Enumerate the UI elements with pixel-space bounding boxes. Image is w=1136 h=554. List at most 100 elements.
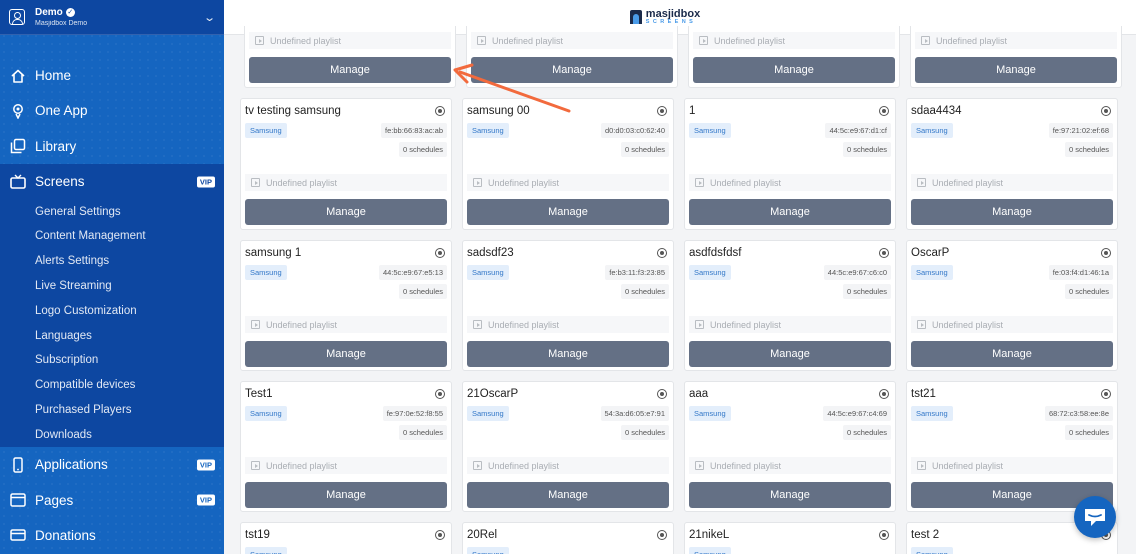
- playlist-selector[interactable]: Undefined playlist: [467, 316, 669, 333]
- main-nav: Home One App Library Screens VIP General…: [0, 35, 224, 553]
- subnav-languages[interactable]: Languages: [0, 323, 224, 348]
- radio-icon[interactable]: [879, 389, 889, 399]
- playlist-selector[interactable]: Undefined playlist: [689, 457, 891, 474]
- playlist-selector[interactable]: Undefined playlist: [693, 32, 895, 49]
- playlist-selector[interactable]: Undefined playlist: [249, 32, 451, 49]
- subnav-content-management[interactable]: Content Management: [0, 224, 224, 249]
- mac-address: 54:3a:d6:05:e7:91: [600, 406, 669, 421]
- schedules-count: 0 schedules: [1064, 425, 1113, 440]
- radio-icon[interactable]: [657, 530, 667, 540]
- podcast-icon: [9, 102, 26, 119]
- playlist-selector[interactable]: Undefined playlist: [911, 457, 1113, 474]
- manage-button[interactable]: Manage: [911, 199, 1113, 225]
- screen-title: samsung 1: [245, 247, 302, 259]
- playlist-selector[interactable]: Undefined playlist: [467, 457, 669, 474]
- manage-button[interactable]: Manage: [245, 482, 447, 508]
- mac-address: 44:5c:e9:67:c4:69: [823, 406, 891, 421]
- screen-card: aaa Samsung 44:5c:e9:67:c4:69 0 schedules…: [684, 381, 896, 512]
- manage-button[interactable]: Manage: [911, 341, 1113, 367]
- nav-applications[interactable]: Applications VIP: [0, 447, 224, 482]
- screen-card: asdfdsfdsf Samsung 44:5c:e9:67:c6:c0 0 sc…: [684, 240, 896, 371]
- nav-library[interactable]: Library: [0, 129, 224, 164]
- playlist-selector[interactable]: Undefined playlist: [245, 174, 447, 191]
- radio-icon[interactable]: [1101, 389, 1111, 399]
- manage-button[interactable]: Manage: [467, 482, 669, 508]
- manage-button[interactable]: Manage: [467, 341, 669, 367]
- screen-card: Undefined playlist Manage: [244, 26, 456, 88]
- chevron-down-icon[interactable]: ⌄: [203, 11, 216, 24]
- radio-icon[interactable]: [1101, 106, 1111, 116]
- manage-button[interactable]: Manage: [467, 199, 669, 225]
- device-badge: Samsung: [245, 123, 287, 138]
- manage-button[interactable]: Manage: [693, 57, 895, 83]
- chat-button[interactable]: [1074, 496, 1116, 538]
- play-icon: [251, 178, 260, 187]
- playlist-selector[interactable]: Undefined playlist: [245, 457, 447, 474]
- manage-button[interactable]: Manage: [245, 199, 447, 225]
- subnav-general-settings[interactable]: General Settings: [0, 199, 224, 224]
- subnav-alerts-settings[interactable]: Alerts Settings: [0, 249, 224, 274]
- subnav-live-streaming[interactable]: Live Streaming: [0, 274, 224, 299]
- nav-pages[interactable]: Pages VIP: [0, 482, 224, 517]
- screen-title: tv testing samsung: [245, 105, 341, 117]
- mac-address: fe:97:21:02:ef:68: [1048, 123, 1113, 138]
- mac-address: fe:bb:66:83:ac:ab: [381, 123, 447, 138]
- nav-home[interactable]: Home: [0, 58, 224, 93]
- manage-button[interactable]: Manage: [245, 341, 447, 367]
- play-icon: [917, 461, 926, 470]
- subnav-compatible-devices[interactable]: Compatible devices: [0, 373, 224, 398]
- nav-screens[interactable]: Screens VIP: [0, 163, 224, 200]
- subnav-logo-customization[interactable]: Logo Customization: [0, 298, 224, 323]
- vip-badge: VIP: [196, 176, 215, 188]
- screens-subnav: General Settings Content Management Aler…: [0, 199, 224, 448]
- screen-title: test 2: [911, 529, 940, 541]
- playlist-selector[interactable]: Undefined playlist: [245, 316, 447, 333]
- radio-icon[interactable]: [879, 106, 889, 116]
- subnav-purchased-players[interactable]: Purchased Players: [0, 398, 224, 423]
- radio-icon[interactable]: [1101, 248, 1111, 258]
- device-badge: Samsung: [689, 406, 731, 421]
- manage-button[interactable]: Manage: [689, 199, 891, 225]
- account-switcher[interactable]: Demo ✓ Masjidbox Demo ⌄: [0, 0, 224, 35]
- radio-icon[interactable]: [657, 389, 667, 399]
- mac-address: fe:03:f4:d1:46:1a: [1048, 265, 1113, 280]
- radio-icon[interactable]: [435, 530, 445, 540]
- radio-icon[interactable]: [879, 248, 889, 258]
- vip-badge: VIP: [196, 494, 215, 506]
- playlist-selector[interactable]: Undefined playlist: [911, 174, 1113, 191]
- playlist-selector[interactable]: Undefined playlist: [471, 32, 673, 49]
- radio-icon[interactable]: [657, 248, 667, 258]
- schedules-count: 0 schedules: [842, 284, 891, 299]
- playlist-selector[interactable]: Undefined playlist: [911, 316, 1113, 333]
- nav-donations-label: Donations: [35, 527, 96, 543]
- radio-icon[interactable]: [879, 530, 889, 540]
- playlist-selector[interactable]: Undefined playlist: [689, 174, 891, 191]
- subnav-subscription[interactable]: Subscription: [0, 348, 224, 373]
- annotation-arrow: [453, 63, 571, 113]
- radio-icon[interactable]: [435, 389, 445, 399]
- nav-one-app[interactable]: One App: [0, 93, 224, 128]
- screen-card: 20Rel Samsung: [462, 522, 674, 554]
- radio-icon[interactable]: [657, 106, 667, 116]
- manage-button[interactable]: Manage: [689, 341, 891, 367]
- playlist-selector[interactable]: Undefined playlist: [915, 32, 1117, 49]
- manage-button[interactable]: Manage: [915, 57, 1117, 83]
- screen-title: aaa: [689, 388, 709, 400]
- mobile-icon: [9, 456, 26, 473]
- screen-title: tst21: [911, 388, 936, 400]
- screen-title: Test1: [245, 388, 273, 400]
- manage-button[interactable]: Manage: [249, 57, 451, 83]
- subnav-downloads[interactable]: Downloads: [0, 422, 224, 447]
- nav-library-label: Library: [35, 138, 77, 154]
- manage-button[interactable]: Manage: [689, 482, 891, 508]
- mac-address: fe:97:0e:52:f8:55: [382, 406, 447, 421]
- screen-card: samsung 1 Samsung 44:5c:e9:67:e5:13 0 sch…: [240, 240, 452, 371]
- screen-title: 1: [689, 105, 696, 117]
- nav-donations[interactable]: Donations: [0, 518, 224, 553]
- playlist-selector[interactable]: Undefined playlist: [689, 316, 891, 333]
- radio-icon[interactable]: [435, 106, 445, 116]
- radio-icon[interactable]: [435, 248, 445, 258]
- schedules-count: 0 schedules: [398, 425, 447, 440]
- screen-title: sdaa4434: [911, 105, 962, 117]
- playlist-selector[interactable]: Undefined playlist: [467, 174, 669, 191]
